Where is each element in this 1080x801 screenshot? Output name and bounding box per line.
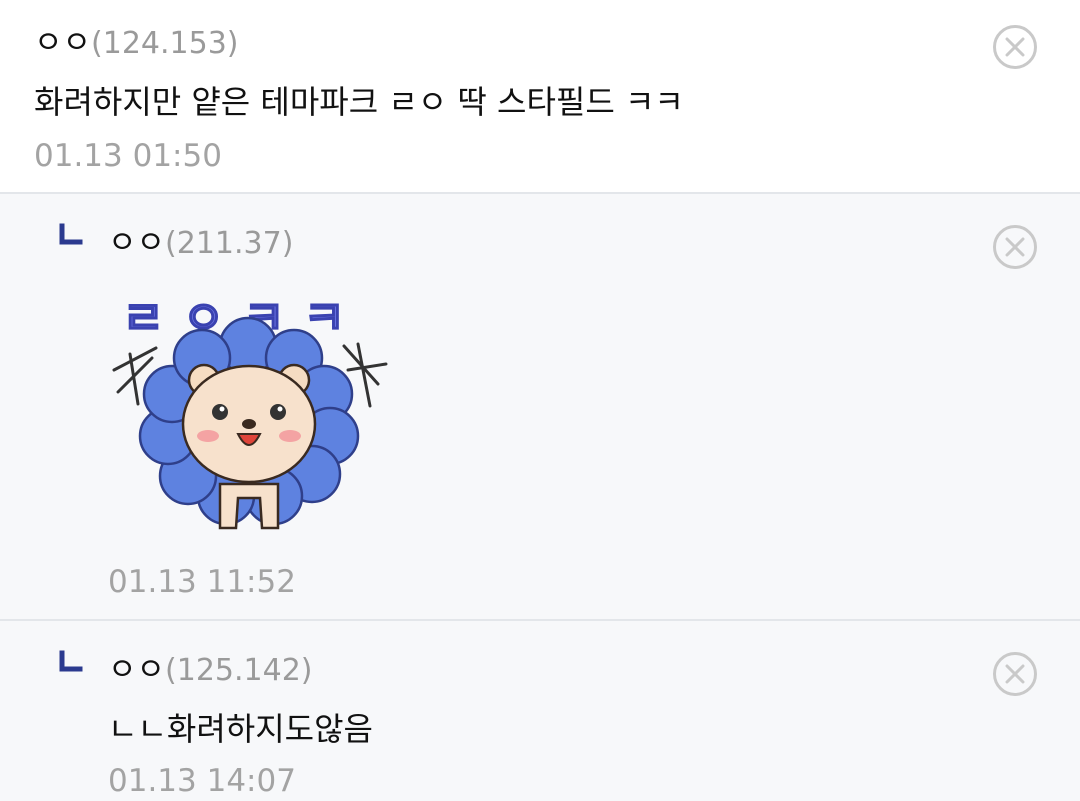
lion-sticker: ㄹㅇㅋㅋ [112, 290, 388, 530]
delete-button[interactable] [992, 651, 1038, 697]
reply-arrow-icon [59, 223, 83, 245]
comment-date: 01.13 01:50 [34, 138, 222, 174]
author-nickname[interactable]: ㅇㅇ [108, 225, 165, 261]
delete-button[interactable] [992, 24, 1038, 70]
author-ip: (211.37) [165, 226, 294, 261]
comment-date: 01.13 14:07 [108, 763, 296, 799]
reply-comment-item: ㅇㅇ(125.142) ㄴㄴ화려하지도않음 01.13 14:07 [0, 621, 1080, 801]
delete-button[interactable] [992, 224, 1038, 270]
comment-date: 01.13 11:52 [108, 564, 296, 600]
author-nickname[interactable]: ㅇㅇ [108, 652, 165, 688]
close-circle-icon [993, 225, 1037, 269]
author-nickname[interactable]: ㅇㅇ [34, 25, 91, 61]
author-ip: (124.153) [91, 26, 239, 61]
comment-item: ㅇㅇ(124.153) 화려하지만 얕은 테마파크 ㄹㅇ 딱 스타필드 ㅋㅋ 0… [0, 0, 1080, 194]
comment-author: ㅇㅇ(125.142) [108, 649, 313, 691]
comment-text: ㄴㄴ화려하지도않음 [108, 710, 373, 748]
reply-comment-item: ㅇㅇ(211.37) ㄹㅇㅋㅋ [0, 194, 1080, 621]
author-ip: (125.142) [165, 653, 313, 688]
close-circle-icon [993, 652, 1037, 696]
comment-author: ㅇㅇ(211.37) [108, 222, 293, 264]
close-circle-icon [993, 25, 1037, 69]
comment-author: ㅇㅇ(124.153) [34, 22, 239, 64]
reply-arrow-icon [59, 650, 83, 672]
comment-text: 화려하지만 얕은 테마파크 ㄹㅇ 딱 스타필드 ㅋㅋ [34, 83, 684, 121]
